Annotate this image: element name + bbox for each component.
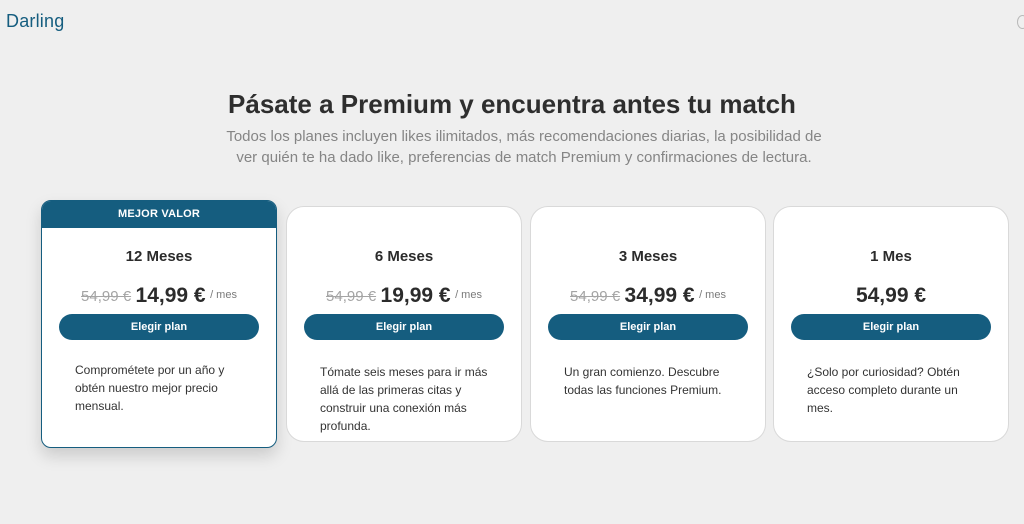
plan-price: 34,99 € [624, 284, 695, 307]
page-title: Pásate a Premium y encuentra antes tu ma… [228, 89, 796, 119]
price-row: 54,99 € 34,99 € / mes [531, 284, 765, 308]
choose-plan-button[interactable]: Elegir plan [304, 314, 504, 340]
price-period: / mes [455, 289, 482, 301]
plan-description: Tómate seis meses para ir más allá de la… [320, 365, 488, 433]
old-price: 54,99 € [570, 288, 621, 305]
plan-title: 12 Meses [125, 248, 193, 265]
scroll-edge-icon [1017, 15, 1024, 29]
plan-description: Un gran comienzo. Descubre todas las fun… [564, 365, 722, 397]
plan-title: 1 Mes [870, 248, 912, 265]
plan-title: 6 Meses [374, 248, 434, 265]
price-row: 54,99 € 19,99 € / mes [287, 284, 521, 308]
choose-plan-button[interactable]: Elegir plan [791, 314, 991, 340]
plan-price: 19,99 € [380, 284, 451, 307]
price-period: / mes [699, 289, 726, 301]
page-subtitle: Todos los planes incluyen likes ilimitad… [226, 128, 822, 166]
plan-title: 3 Meses [618, 248, 678, 265]
plan-description: Comprométete por un año y obtén nuestro … [75, 363, 225, 413]
old-price: 54,99 € [326, 288, 377, 305]
price-row: 54,99 € 14,99 € / mes [42, 284, 276, 308]
brand-logo[interactable]: Darling [6, 11, 64, 32]
old-price: 54,99 € [81, 288, 132, 305]
best-value-badge: MEJOR VALOR [42, 201, 276, 228]
choose-plan-button[interactable]: Elegir plan [59, 314, 259, 340]
price-row: 54,99 € [774, 284, 1008, 308]
choose-plan-button[interactable]: Elegir plan [548, 314, 748, 340]
plan-price: 14,99 € [135, 284, 206, 307]
plan-description: ¿Solo por curiosidad? Obtén acceso compl… [807, 365, 960, 415]
plan-price: 54,99 € [855, 284, 927, 307]
logo-text: Darling [6, 11, 65, 31]
plan-card-3-months: 3 Meses 54,99 € 34,99 € / mes Elegir pla… [530, 206, 766, 442]
plan-card-6-months: 6 Meses 54,99 € 19,99 € / mes Elegir pla… [286, 206, 522, 442]
plan-card-1-month: 1 Mes 54,99 € Elegir plan ¿Solo por curi… [773, 206, 1009, 442]
plan-card-12-months: MEJOR VALOR 12 Meses 54,99 € 14,99 € / m… [41, 200, 277, 448]
price-period: / mes [210, 289, 237, 301]
